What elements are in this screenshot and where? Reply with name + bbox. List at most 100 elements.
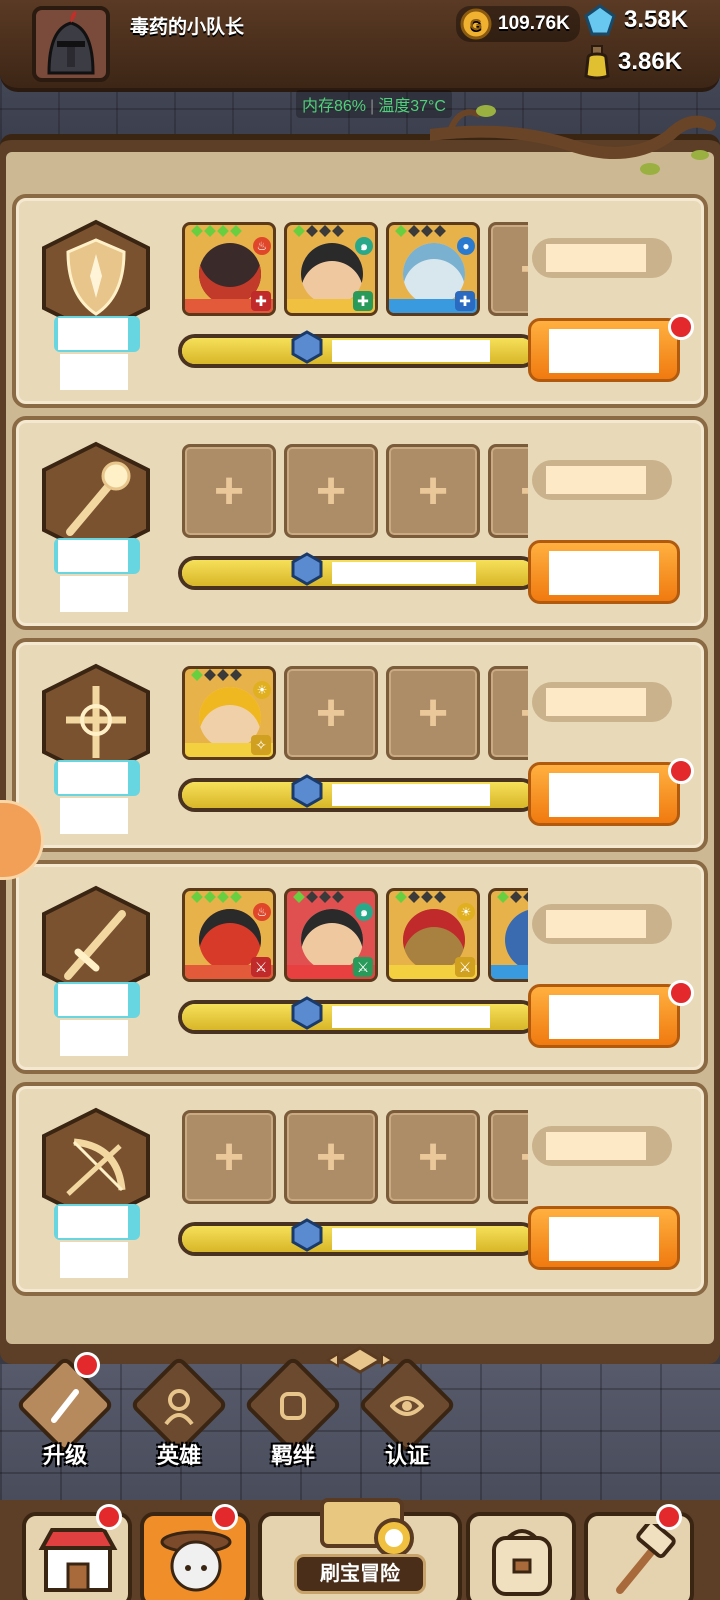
empty-hero-slot[interactable]: + — [284, 1110, 378, 1204]
empty-hero-slot[interactable]: + — [284, 444, 378, 538]
squad-progress-bar — [178, 1218, 538, 1256]
squad-name-redacted — [58, 762, 128, 794]
nav-adventure-label: 刷宝冒险 — [294, 1554, 426, 1594]
fist-icon — [280, 1392, 306, 1420]
tab-heroes-label: 英雄 — [156, 1443, 201, 1468]
squad-power-pill — [532, 460, 672, 500]
squad-card-mage: + + + + — [12, 416, 708, 630]
power-redacted — [546, 466, 646, 494]
notification-dot — [212, 1504, 238, 1530]
squad-action-button[interactable] — [528, 762, 680, 826]
backpack-icon — [492, 1529, 552, 1596]
squad-action-button[interactable] — [528, 540, 680, 604]
empty-hero-slot[interactable]: + — [386, 444, 480, 538]
empty-hero-slot[interactable]: + — [488, 1110, 528, 1204]
empty-hero-slot[interactable]: + — [488, 444, 528, 538]
potion-bottle-icon — [584, 45, 610, 80]
gold-resource[interactable]: G 109.76K — [456, 6, 580, 42]
fire-element-icon: ♨ — [253, 237, 271, 255]
potion-resource[interactable]: 3.86K — [582, 44, 682, 80]
empty-hero-slot[interactable]: + — [284, 666, 378, 760]
squad-card-archer: + + + + — [12, 1082, 708, 1296]
wind-element-icon: ๑ — [355, 903, 373, 921]
squad-level-redacted — [60, 354, 128, 390]
empty-hero-slot[interactable]: + — [386, 1110, 480, 1204]
player-avatar[interactable] — [32, 6, 110, 82]
gem-resource[interactable]: 3.58K — [582, 4, 688, 36]
squad-action-button[interactable] — [528, 984, 680, 1048]
squad-card-support: ☀ ✧ + + + — [12, 638, 708, 852]
hero-slots: + + + + — [182, 1110, 528, 1210]
progress-text-redacted — [332, 784, 490, 806]
empty-hero-slot[interactable]: + — [386, 666, 480, 760]
squad-card-tank: ♨ ✚ ๑ ✚ ● ✚ + — [12, 194, 708, 408]
plus-icon: + — [213, 1128, 245, 1186]
fire-element-icon: ♨ — [253, 903, 271, 921]
tank-role-icon: ✚ — [353, 291, 373, 311]
treasure-map-icon — [320, 1498, 414, 1558]
squad-progress-bar — [178, 774, 538, 812]
empty-hero-slot[interactable]: + — [182, 1110, 276, 1204]
empty-hero-slot[interactable]: + — [488, 222, 528, 316]
notification-dot — [668, 314, 694, 340]
button-label-redacted — [549, 329, 659, 373]
tab-bonds[interactable]: 羁绊 — [243, 1355, 343, 1468]
button-label-redacted — [549, 551, 659, 595]
hero-slot-2[interactable]: ๑ ⚔ — [284, 888, 378, 982]
hero-slots: + + + + — [182, 444, 528, 544]
squad-name-redacted — [58, 1206, 128, 1238]
rank-gem-icon — [291, 552, 323, 586]
squad-progress-bar — [178, 330, 538, 368]
hero-stars — [191, 669, 242, 681]
squad-level-redacted — [60, 576, 128, 612]
progress-track — [182, 782, 534, 808]
hero-slot-3[interactable]: ☀ ⚔ — [386, 888, 480, 982]
tab-heroes[interactable]: 英雄 — [129, 1355, 229, 1468]
squad-action-button[interactable] — [528, 1206, 680, 1270]
memory-status: 内存86% — [302, 98, 367, 115]
empty-hero-slot[interactable]: + — [488, 666, 528, 760]
progress-text-redacted — [332, 1006, 490, 1028]
hero-slot-3[interactable]: ● ✚ — [386, 222, 480, 316]
squad-power-pill — [532, 238, 672, 278]
notification-dot — [668, 980, 694, 1006]
melee-role-icon: ⚔ — [353, 957, 373, 977]
tab-upgrade[interactable]: 升级 — [15, 1355, 115, 1468]
vine-branch-decoration — [430, 105, 716, 175]
water-element-icon: ● — [457, 237, 475, 255]
squad-progress-bar — [178, 996, 538, 1034]
squad-name-redacted — [58, 540, 128, 572]
tab-bonds-label: 羁绊 — [270, 1443, 315, 1468]
squad-name-redacted — [58, 984, 128, 1016]
status-divider: | — [370, 98, 375, 115]
hero-slot-1[interactable]: ☀ ✧ — [182, 666, 276, 760]
eye-icon — [390, 1396, 424, 1416]
hero-stars — [293, 225, 344, 237]
squad-action-button[interactable] — [528, 318, 680, 382]
nav-backpack[interactable] — [466, 1512, 576, 1600]
hero-slots: ♨ ✚ ๑ ✚ ● ✚ + — [182, 222, 528, 322]
progress-track — [182, 560, 534, 586]
hero-slot-1[interactable]: ♨ ⚔ — [182, 888, 276, 982]
squad-power-pill — [532, 904, 672, 944]
gold-amount: 109.76K — [498, 13, 570, 34]
tab-certify[interactable]: 认证 — [357, 1355, 457, 1468]
plus-icon: + — [520, 465, 528, 517]
hero-slot-4[interactable]: ● — [488, 888, 528, 982]
knight-helmet-icon — [47, 11, 95, 75]
notification-dot — [96, 1504, 122, 1530]
plus-icon: + — [315, 462, 347, 520]
progress-track — [182, 1226, 534, 1252]
empty-hero-slot[interactable]: + — [182, 444, 276, 538]
hero-slot-1[interactable]: ♨ ✚ — [182, 222, 276, 316]
squad-name-redacted — [58, 318, 128, 350]
plus-icon: + — [417, 684, 449, 742]
plus-icon: + — [315, 1128, 347, 1186]
button-label-redacted — [549, 773, 659, 817]
squad-power-pill — [532, 682, 672, 722]
hero-stars — [293, 891, 344, 903]
rank-gem-icon — [291, 1218, 323, 1252]
tab-certify-label: 认证 — [384, 1443, 429, 1468]
hero-slot-2[interactable]: ๑ ✚ — [284, 222, 378, 316]
light-element-icon: ☀ — [457, 903, 475, 921]
